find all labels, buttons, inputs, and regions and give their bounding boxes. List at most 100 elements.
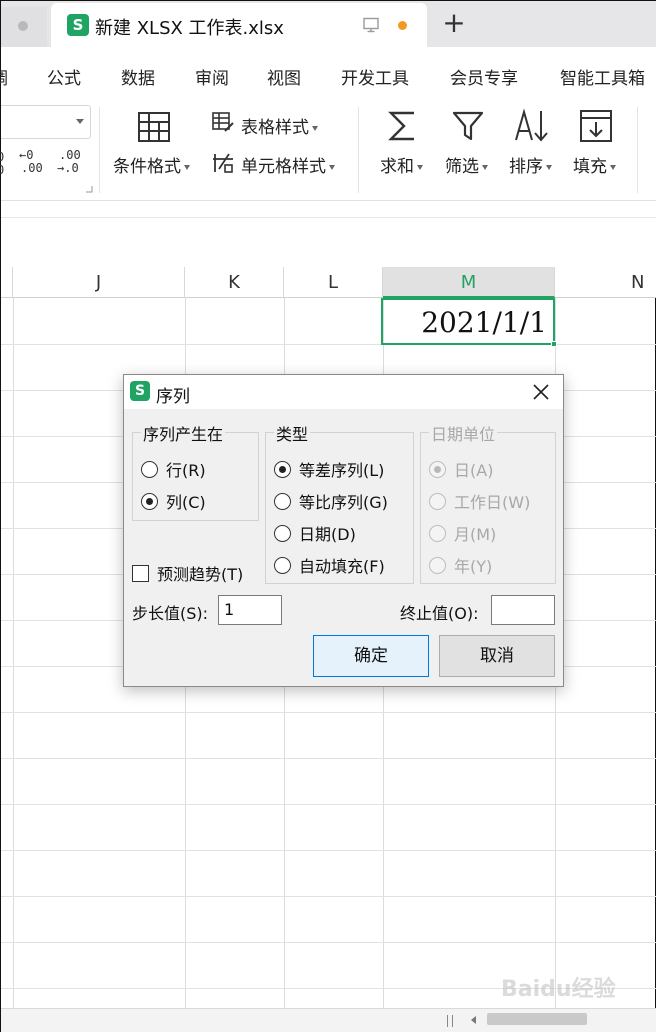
type-group: 类型 等差序列(L) 等比序列(G) 日期(D) 自动填充(F) <box>265 421 414 584</box>
stop-value-label: 终止值(O): <box>400 604 479 623</box>
column-header-partial <box>1 267 13 298</box>
chevron-down-icon <box>184 164 190 170</box>
cell-style-icon <box>213 153 233 173</box>
column-header-n[interactable]: N <box>555 267 656 298</box>
tab-document[interactable]: S 新建 XLSX 工作表.xlsx <box>51 3 427 47</box>
sum-icon[interactable] <box>387 109 419 143</box>
conditional-format-icon[interactable] <box>137 111 171 143</box>
chevron-down-icon <box>482 164 488 170</box>
radio-weekday <box>429 492 446 510</box>
trend-checkbox-box[interactable] <box>132 564 149 582</box>
series-in-group-title: 序列产生在 <box>141 421 226 445</box>
menu-item-member[interactable]: 会员专享 <box>450 64 518 89</box>
type-date-radio[interactable]: 日期(D) <box>274 521 356 545</box>
sum-button[interactable]: 求和 <box>380 152 423 177</box>
fill-icon[interactable] <box>579 109 613 143</box>
increase-decimal-button[interactable]: .00 →.0 <box>57 149 87 177</box>
type-autofill-radio[interactable]: 自动填充(F) <box>274 553 385 577</box>
menu-item-review[interactable]: 审阅 <box>195 64 229 89</box>
table-style-icon <box>212 112 234 132</box>
cancel-button[interactable]: 取消 <box>439 635 555 677</box>
radio-year <box>429 556 446 574</box>
column-header-k[interactable]: K <box>185 267 284 298</box>
dialog-launcher-icon[interactable] <box>85 185 93 193</box>
ribbon-separator <box>358 107 359 193</box>
radio-autofill[interactable] <box>274 556 291 574</box>
series-in-group: 序列产生在 行(R) 列(C) <box>132 421 259 521</box>
new-tab-button[interactable]: + <box>439 9 469 39</box>
decrease-decimal-button[interactable]: ←0 .00 <box>19 149 49 177</box>
date-unit-weekday-radio: 工作日(W) <box>429 489 530 513</box>
chevron-down-icon <box>312 125 318 131</box>
cell-style-button[interactable]: 单元格样式 <box>241 152 335 177</box>
decimal-partial-icon: 0 <box>0 150 5 164</box>
menu-bar: 调 公式 数据 审阅 视图 开发工具 会员专享 智能工具箱 <box>0 47 656 99</box>
menu-item-developer[interactable]: 开发工具 <box>341 64 409 89</box>
conditional-format-button[interactable]: 条件格式 <box>113 152 190 177</box>
date-unit-group-title: 日期单位 <box>429 421 498 445</box>
number-format-combo[interactable] <box>1 105 91 139</box>
watermark: Baidu经验 <box>501 977 616 1002</box>
date-unit-year-radio: 年(Y) <box>429 553 492 577</box>
type-linear-radio[interactable]: 等差序列(L) <box>274 457 384 481</box>
ribbon-separator <box>99 107 100 193</box>
ribbon-separator <box>637 107 638 193</box>
date-unit-month-radio: 月(M) <box>429 521 496 545</box>
table-style-button[interactable]: 表格样式 <box>241 113 318 138</box>
stop-value-input[interactable] <box>491 595 555 625</box>
fill-button[interactable]: 填充 <box>573 152 616 177</box>
step-value-label: 步长值(S): <box>132 604 209 623</box>
menu-item-formulas[interactable]: 公式 <box>47 64 81 89</box>
date-unit-group: 日期单位 日(A) 工作日(W) 月(M) 年(Y) <box>420 421 556 584</box>
document-tab-title: 新建 XLSX 工作表.xlsx <box>95 18 284 39</box>
wps-sheet-logo-icon: S <box>67 14 89 36</box>
series-dialog: S 序列 序列产生在 行(R) 列(C) 类型 等差序列(L) 等比序列(G) … <box>123 374 564 687</box>
radio-columns[interactable] <box>141 492 158 510</box>
scroll-left-icon[interactable] <box>471 1016 476 1024</box>
split-grip-icon[interactable] <box>447 1015 453 1027</box>
type-group-title: 类型 <box>274 421 311 445</box>
close-icon[interactable] <box>531 382 551 402</box>
column-header-row: J K L M N <box>1 267 656 298</box>
chevron-down-icon <box>546 164 552 170</box>
horizontal-scrollbar-thumb[interactable] <box>487 1013 587 1025</box>
ribbon-toolbar: 0 0 ←0 .00 .00 →.0 条件格式 表格样式 单元格样式 求和 筛选… <box>0 99 656 201</box>
active-cell-m1[interactable]: 2021/1/1 <box>381 298 557 347</box>
cell-value: 2021/1/1 <box>421 306 547 339</box>
radio-growth[interactable] <box>274 492 291 510</box>
home-tab-dot-icon <box>18 21 28 31</box>
series-in-columns-radio[interactable]: 列(C) <box>141 489 206 513</box>
menu-item-view[interactable]: 视图 <box>267 64 301 89</box>
radio-day <box>429 460 446 478</box>
trend-checkbox[interactable]: 预测趋势(T) <box>132 561 243 585</box>
column-header-m[interactable]: M <box>383 267 555 298</box>
filter-icon[interactable] <box>451 109 485 143</box>
menu-item-data[interactable]: 数据 <box>121 64 155 89</box>
tab-home[interactable] <box>1 7 47 47</box>
filter-button[interactable]: 筛选 <box>445 152 488 177</box>
column-header-l[interactable]: L <box>284 267 383 298</box>
column-header-j[interactable]: J <box>13 267 185 298</box>
monitor-icon[interactable] <box>363 17 379 33</box>
menu-item-smart-toolbox[interactable]: 智能工具箱 <box>560 64 645 89</box>
sort-icon[interactable] <box>513 107 553 145</box>
series-in-rows-radio[interactable]: 行(R) <box>141 457 206 481</box>
formula-bar-area <box>1 201 656 267</box>
wps-dialog-logo-icon: S <box>130 381 150 401</box>
date-unit-day-radio: 日(A) <box>429 457 493 481</box>
chevron-down-icon <box>417 164 423 170</box>
radio-month <box>429 524 446 542</box>
radio-linear[interactable] <box>274 460 291 478</box>
dialog-titlebar[interactable]: S 序列 <box>124 375 563 409</box>
step-value-input[interactable]: 1 <box>218 595 282 625</box>
chevron-down-icon <box>610 164 616 170</box>
fill-handle[interactable] <box>551 341 557 347</box>
type-growth-radio[interactable]: 等比序列(G) <box>274 489 388 513</box>
ok-button[interactable]: 确定 <box>313 635 429 677</box>
menu-item-layout[interactable]: 调 <box>0 64 8 89</box>
radio-date[interactable] <box>274 524 291 542</box>
chevron-down-icon <box>329 164 335 170</box>
sort-button[interactable]: 排序 <box>509 152 552 177</box>
radio-rows[interactable] <box>141 460 158 478</box>
dialog-title: 序列 <box>156 387 190 407</box>
